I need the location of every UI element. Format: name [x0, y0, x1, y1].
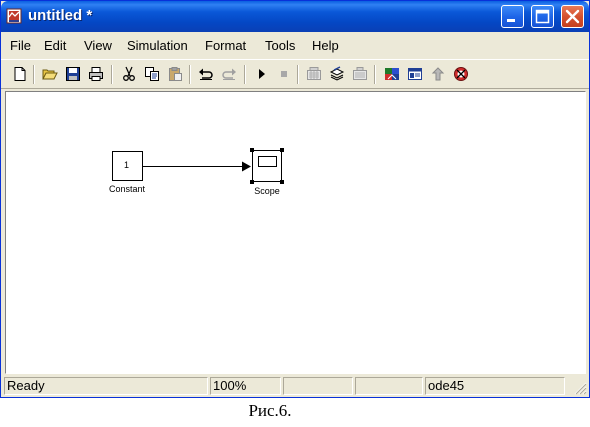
simulink-model-window: untitled * File Edit View Simulation For… — [0, 0, 590, 398]
update-diagram-icon — [329, 66, 345, 81]
copy-button[interactable] — [144, 66, 160, 82]
constant-value: 1 — [124, 160, 130, 170]
window-title: untitled * — [28, 7, 93, 24]
constant-block-label[interactable]: Constant — [105, 184, 149, 195]
figure-caption: Рис.6. — [248, 401, 292, 420]
maximize-icon — [535, 9, 550, 24]
start-simulation-button[interactable] — [254, 66, 270, 82]
go-to-parent-icon — [431, 67, 445, 81]
save-icon — [66, 67, 80, 81]
start-simulation-icon — [259, 69, 265, 79]
go-to-parent-button[interactable] — [430, 66, 446, 82]
toolbar-separator — [374, 65, 376, 84]
zoom-level: 100% — [210, 377, 281, 395]
model-explorer-icon — [408, 68, 422, 80]
new-model-button[interactable] — [12, 66, 28, 82]
close-icon — [565, 9, 580, 24]
scope-block-label[interactable]: Scope — [246, 186, 288, 197]
menu-edit[interactable]: Edit — [44, 38, 66, 54]
menu-bar: File Edit View Simulation Format Tools H… — [1, 32, 589, 59]
toolbar-separator — [111, 65, 113, 84]
undo-button[interactable] — [198, 66, 214, 82]
undo-icon — [199, 68, 213, 80]
toolbar — [1, 59, 589, 89]
cut-button[interactable] — [121, 66, 137, 82]
selection-handle[interactable] — [250, 180, 254, 184]
build-subsystem-icon — [353, 67, 367, 80]
resize-grip-icon[interactable] — [573, 381, 587, 395]
status-field-4 — [355, 377, 423, 395]
stop-simulation-icon — [281, 71, 287, 77]
menu-view[interactable]: View — [84, 38, 112, 54]
build-icon — [307, 67, 321, 80]
status-bar: Ready 100% ode45 — [1, 375, 589, 397]
open-icon — [42, 69, 58, 80]
close-button[interactable] — [561, 5, 584, 28]
menu-tools[interactable]: Tools — [265, 38, 295, 54]
update-diagram-button[interactable] — [329, 66, 345, 82]
library-browser-button[interactable] — [384, 66, 400, 82]
solver-name: ode45 — [425, 377, 565, 395]
toolbar-separator — [244, 65, 246, 84]
build-button[interactable] — [306, 66, 322, 82]
selection-handle[interactable] — [250, 148, 254, 152]
signal-arrowhead — [242, 161, 251, 172]
status-field-3 — [283, 377, 353, 395]
paste-icon — [169, 67, 182, 81]
title-bar[interactable]: untitled * — [1, 1, 589, 32]
print-icon — [89, 67, 103, 81]
model-explorer-button[interactable] — [407, 66, 423, 82]
menu-help[interactable]: Help — [312, 38, 339, 54]
library-browser-icon — [385, 68, 399, 80]
model-canvas[interactable]: 1 Constant Scope — [5, 91, 586, 374]
open-button[interactable] — [42, 66, 58, 82]
toolbar-separator — [33, 65, 35, 84]
block-diagram — [112, 148, 284, 184]
scope-screen-icon — [258, 156, 277, 167]
menu-format[interactable]: Format — [205, 38, 246, 54]
paste-button[interactable] — [167, 66, 183, 82]
minimize-icon — [507, 19, 515, 22]
redo-button[interactable] — [221, 66, 237, 82]
redo-icon — [222, 68, 236, 80]
maximize-button[interactable] — [531, 5, 554, 28]
copy-icon — [145, 67, 159, 81]
menu-simulation[interactable]: Simulation — [127, 38, 188, 54]
debugger-button[interactable] — [453, 66, 469, 82]
toolbar-separator — [189, 65, 191, 84]
simulink-app-icon[interactable] — [6, 8, 22, 24]
cut-icon — [123, 66, 135, 81]
debugger-icon — [454, 67, 468, 81]
new-model-icon — [14, 67, 26, 81]
save-button[interactable] — [65, 66, 81, 82]
toolbar-separator — [297, 65, 299, 84]
print-button[interactable] — [88, 66, 104, 82]
selection-handle[interactable] — [280, 180, 284, 184]
status-text: Ready — [4, 377, 208, 395]
stop-simulation-button[interactable] — [276, 66, 292, 82]
minimize-button[interactable] — [501, 5, 524, 28]
menu-file[interactable]: File — [10, 38, 31, 54]
selection-handle[interactable] — [280, 148, 284, 152]
build-subsystem-button[interactable] — [352, 66, 368, 82]
